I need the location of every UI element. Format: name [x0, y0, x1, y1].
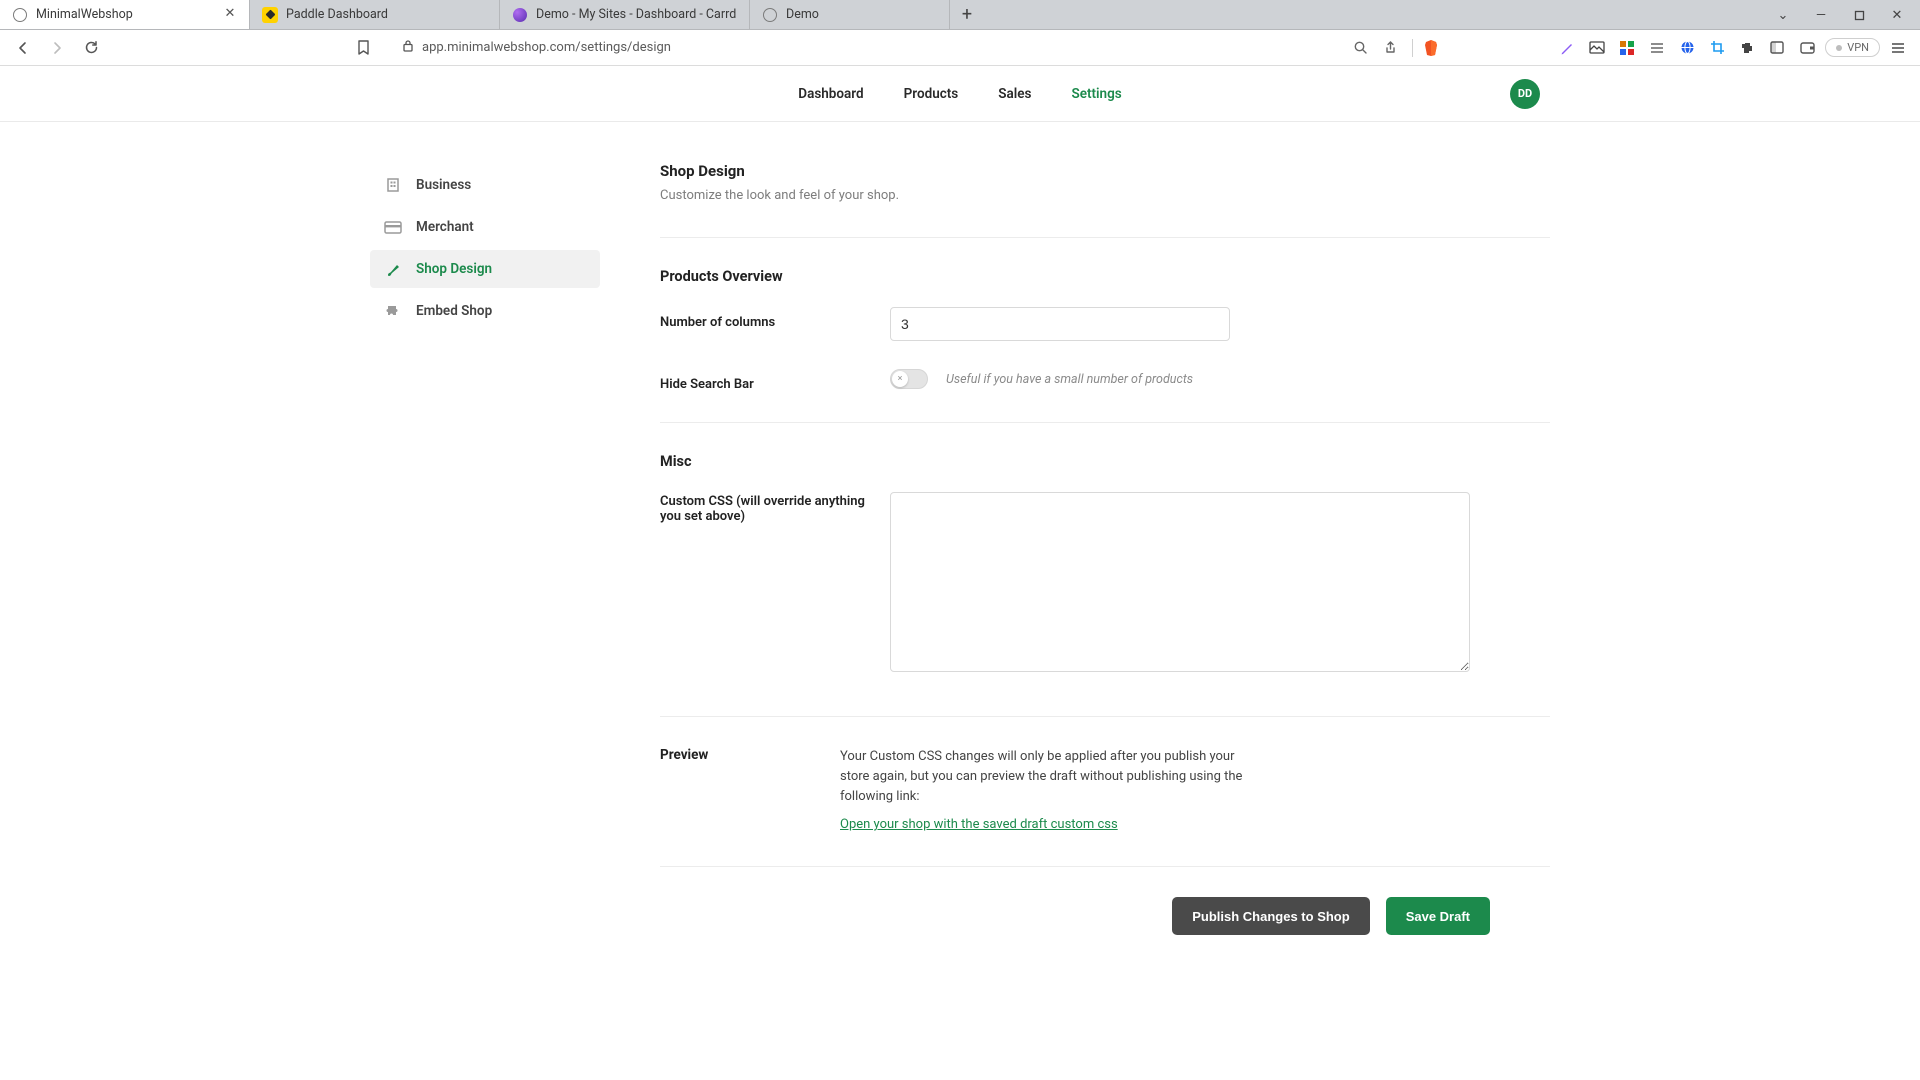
- label-hide-search: Hide Search Bar: [660, 369, 870, 392]
- preview-description: Your Custom CSS changes will only be app…: [840, 747, 1260, 807]
- extension-pen-icon[interactable]: [1555, 36, 1579, 60]
- section-heading-products-overview: Products Overview: [660, 268, 1550, 285]
- nav-sales[interactable]: Sales: [996, 80, 1033, 108]
- vpn-status-dot-icon: [1836, 45, 1842, 51]
- address-bar[interactable]: app.minimalwebshop.com/settings/design: [392, 34, 1332, 62]
- paddle-favicon-icon: [262, 7, 278, 23]
- nav-settings[interactable]: Settings: [1069, 80, 1123, 108]
- tab-title: Paddle Dashboard: [286, 7, 388, 22]
- window-controls: ⌄ — ✕: [1760, 0, 1920, 30]
- nav-back-icon[interactable]: [10, 35, 36, 61]
- share-icon[interactable]: [1378, 36, 1402, 60]
- zoom-icon[interactable]: [1348, 36, 1372, 60]
- building-icon: [384, 176, 402, 194]
- nav-dashboard[interactable]: Dashboard: [796, 80, 865, 108]
- extension-list-icon[interactable]: [1645, 36, 1669, 60]
- toggle-knob: ×: [892, 371, 908, 387]
- brush-icon: [384, 260, 402, 278]
- row-number-of-columns: Number of columns: [660, 307, 1550, 341]
- extension-globe-icon[interactable]: [1675, 36, 1699, 60]
- window-close-icon[interactable]: ✕: [1880, 1, 1914, 29]
- page-subtitle: Customize the look and feel of your shop…: [660, 188, 1550, 203]
- sidebar-item-label: Business: [416, 177, 471, 193]
- puzzle-icon: [384, 302, 402, 320]
- page-title: Shop Design: [660, 162, 1550, 180]
- hide-search-hint: Useful if you have a small number of pro…: [946, 372, 1193, 387]
- credit-card-icon: [384, 218, 402, 236]
- brave-shield-icon[interactable]: [1423, 40, 1439, 56]
- browser-tab-minimalwebshop[interactable]: MinimalWebshop ✕: [0, 0, 250, 29]
- divider: [660, 237, 1550, 238]
- number-of-columns-input[interactable]: [890, 307, 1230, 341]
- app-header: Dashboard Products Sales Settings DD: [0, 66, 1920, 122]
- x-icon: ×: [898, 375, 903, 384]
- divider: [660, 422, 1550, 423]
- row-custom-css: Custom CSS (will override anything you s…: [660, 492, 1550, 676]
- extensions-puzzle-icon[interactable]: [1735, 36, 1759, 60]
- divider: [660, 716, 1550, 717]
- chevron-down-icon[interactable]: ⌄: [1766, 1, 1800, 29]
- vpn-badge[interactable]: VPN: [1825, 38, 1880, 57]
- close-icon[interactable]: ✕: [223, 8, 237, 22]
- lock-icon: [402, 39, 414, 56]
- sidebar-item-business[interactable]: Business: [370, 166, 600, 204]
- app-viewport: Dashboard Products Sales Settings DD Bus…: [0, 66, 1920, 1080]
- publish-changes-button[interactable]: Publish Changes to Shop: [1172, 897, 1369, 935]
- sidebar-item-embed-shop[interactable]: Embed Shop: [370, 292, 600, 330]
- separator: [1412, 39, 1413, 57]
- sidebar-item-shop-design[interactable]: Shop Design: [370, 250, 600, 288]
- divider: [660, 866, 1550, 867]
- globe-icon: [762, 7, 778, 23]
- browser-toolbar: app.minimalwebshop.com/settings/design: [0, 30, 1920, 66]
- address-url: app.minimalwebshop.com/settings/design: [422, 40, 671, 55]
- sidebar-item-label: Embed Shop: [416, 303, 492, 319]
- tab-title: Demo: [786, 7, 819, 22]
- settings-content: Shop Design Customize the look and feel …: [660, 162, 1550, 935]
- nav-forward-icon[interactable]: [44, 35, 70, 61]
- globe-icon: [12, 7, 28, 23]
- row-hide-search: Hide Search Bar × Useful if you have a s…: [660, 369, 1550, 392]
- main-nav: Dashboard Products Sales Settings: [796, 80, 1123, 108]
- browser-tab-demo[interactable]: Demo: [750, 0, 950, 29]
- new-tab-button[interactable]: +: [950, 0, 984, 29]
- action-buttons: Publish Changes to Shop Save Draft: [660, 897, 1490, 935]
- wallet-icon[interactable]: [1795, 36, 1819, 60]
- extension-tray: VPN: [1555, 36, 1910, 60]
- save-draft-button[interactable]: Save Draft: [1386, 897, 1490, 935]
- sidepanel-icon[interactable]: [1765, 36, 1789, 60]
- label-custom-css: Custom CSS (will override anything you s…: [660, 492, 870, 524]
- sidebar-item-label: Merchant: [416, 219, 474, 235]
- window-minimize-icon[interactable]: —: [1804, 1, 1838, 29]
- row-preview: Preview Your Custom CSS changes will onl…: [660, 747, 1550, 832]
- preview-draft-link[interactable]: Open your shop with the saved draft cust…: [840, 817, 1118, 832]
- extension-crop-icon[interactable]: [1705, 36, 1729, 60]
- vpn-label: VPN: [1847, 41, 1869, 54]
- tab-title: Demo - My Sites - Dashboard - Carrd: [536, 7, 736, 22]
- settings-sidebar: Business Merchant Shop Design Embed Shop: [370, 162, 600, 334]
- extension-photo-icon[interactable]: [1585, 36, 1609, 60]
- nav-reload-icon[interactable]: [78, 35, 104, 61]
- browser-tab-paddle[interactable]: Paddle Dashboard: [250, 0, 500, 29]
- browser-menu-icon[interactable]: [1886, 36, 1910, 60]
- section-heading-misc: Misc: [660, 453, 1550, 470]
- sidebar-item-merchant[interactable]: Merchant: [370, 208, 600, 246]
- label-number-of-columns: Number of columns: [660, 307, 870, 330]
- sidebar-item-label: Shop Design: [416, 261, 492, 277]
- tab-title: MinimalWebshop: [36, 7, 133, 22]
- page-header: Shop Design Customize the look and feel …: [660, 162, 1550, 203]
- section-heading-preview: Preview: [660, 747, 720, 763]
- window-maximize-icon[interactable]: [1842, 1, 1876, 29]
- avatar[interactable]: DD: [1510, 79, 1540, 109]
- extension-grid-icon[interactable]: [1615, 36, 1639, 60]
- bookmark-icon[interactable]: [350, 35, 376, 61]
- browser-tab-strip: MinimalWebshop ✕ Paddle Dashboard Demo -…: [0, 0, 1920, 30]
- hide-search-toggle[interactable]: ×: [890, 369, 928, 389]
- carrd-favicon-icon: [512, 7, 528, 23]
- main-layout: Business Merchant Shop Design Embed Shop: [370, 122, 1550, 1015]
- nav-products[interactable]: Products: [902, 80, 961, 108]
- custom-css-textarea[interactable]: [890, 492, 1470, 672]
- browser-tab-carrd[interactable]: Demo - My Sites - Dashboard - Carrd: [500, 0, 750, 29]
